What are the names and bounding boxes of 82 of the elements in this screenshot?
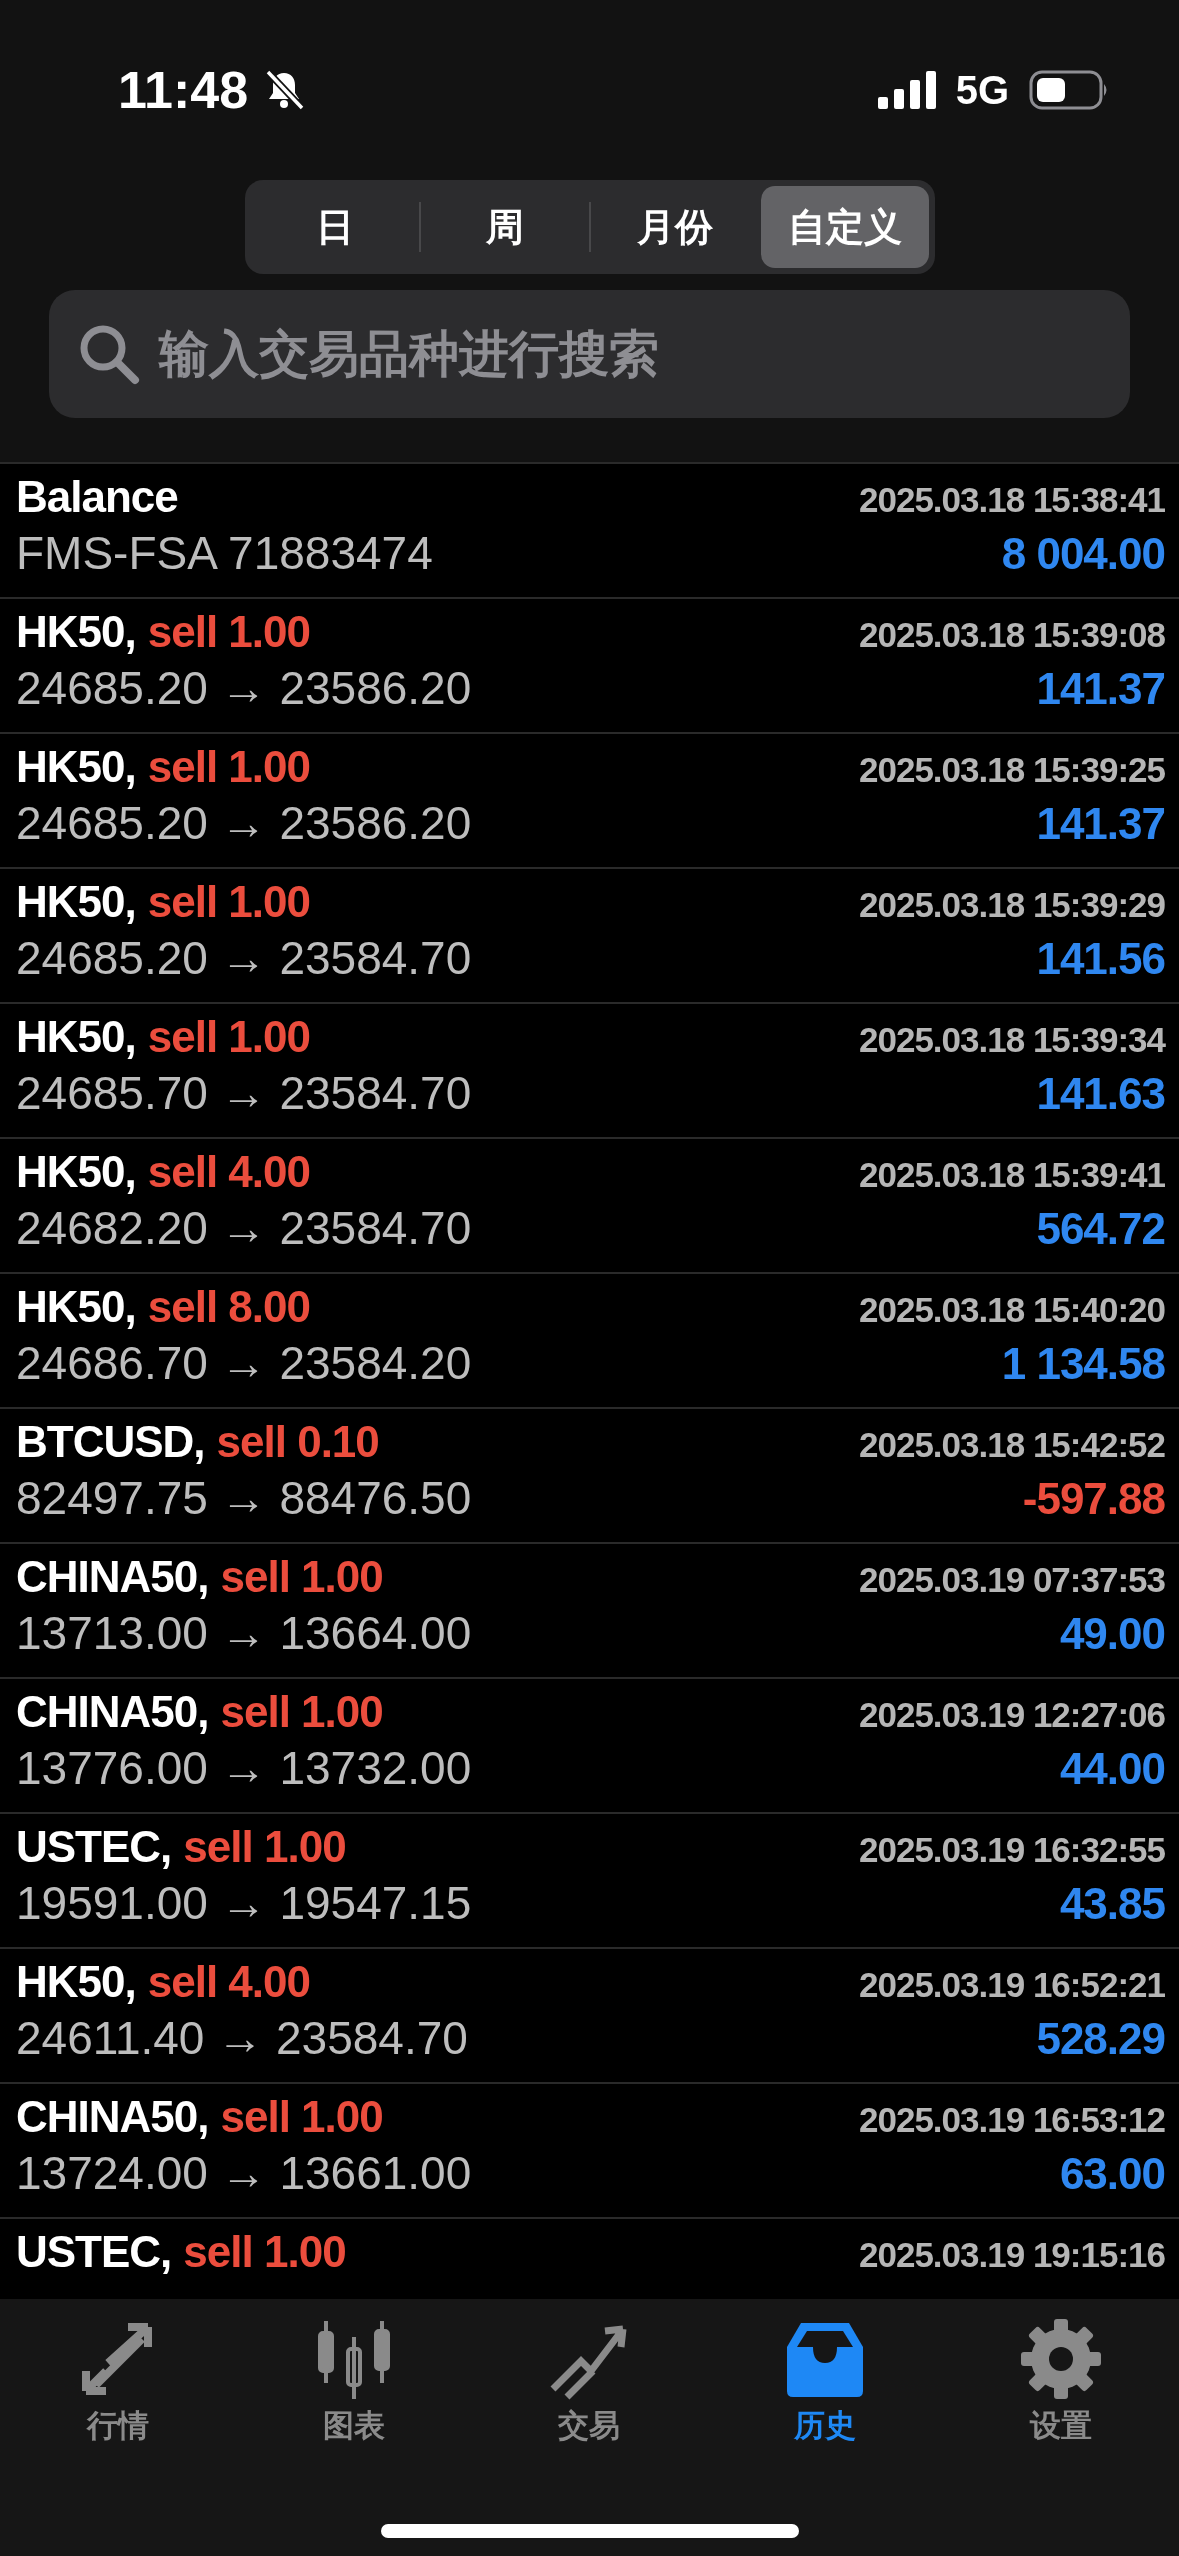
battery-icon (1029, 70, 1109, 110)
symbol-label: CHINA50, (16, 1687, 209, 1737)
order-label: sell 1.00 (220, 1552, 383, 1602)
clock: 11:48 (118, 60, 249, 120)
amount: 141.56 (1036, 934, 1165, 984)
symbol-label: USTEC, (16, 1822, 172, 1872)
timestamp: 2025.03.19 16:53:12 (859, 2100, 1165, 2140)
search-field[interactable]: 输入交易品种进行搜索 (49, 290, 1130, 418)
timestamp: 2025.03.18 15:42:52 (859, 1425, 1165, 1465)
period-tab[interactable]: 月份 (590, 186, 759, 268)
period-tab[interactable]: 周 (420, 186, 589, 268)
price-range: 24685.20 → 23586.20 (16, 796, 472, 850)
order-label: sell 1.00 (183, 2227, 346, 2277)
symbol-label: BTCUSD, (16, 1417, 205, 1467)
order-label: sell 4.00 (147, 1147, 310, 1197)
order-label: sell 1.00 (220, 1687, 383, 1737)
timestamp: 2025.03.18 15:39:34 (859, 1020, 1165, 1060)
amount: 8 004.00 (1001, 529, 1165, 579)
tab-bar-item[interactable]: 交易 (471, 2309, 708, 2455)
amount: 44.00 (1059, 1744, 1165, 1794)
order-label: sell 1.00 (147, 877, 310, 927)
symbol-label: HK50, (16, 877, 136, 927)
symbol-label: HK50, (16, 1012, 136, 1062)
symbol-label: HK50, (16, 1282, 136, 1332)
symbol-label: HK50, (16, 1957, 136, 2007)
amount: 141.37 (1036, 664, 1165, 714)
symbol-label: USTEC, (16, 2227, 172, 2277)
period-tab[interactable]: 自定义 (760, 186, 929, 268)
amount: -597.88 (1022, 1474, 1165, 1524)
timestamp: 2025.03.18 15:39:41 (859, 1155, 1165, 1195)
price-range: 82497.75 → 88476.50 (16, 1471, 472, 1525)
timestamp: 2025.03.19 12:27:06 (859, 1695, 1165, 1735)
order-label: sell 4.00 (147, 1957, 310, 2007)
price-range: 24686.70 → 23584.20 (16, 1336, 472, 1390)
order-label: sell 8.00 (147, 1282, 310, 1332)
amount: 43.85 (1059, 1879, 1165, 1929)
timestamp: 2025.03.18 15:39:25 (859, 750, 1165, 790)
timestamp: 2025.03.19 19:15:16 (859, 2235, 1165, 2275)
network-label: 5G (955, 67, 1009, 113)
price-range: 13724.00 → 13661.00 (16, 2146, 472, 2200)
order-label: sell 1.00 (220, 2092, 383, 2142)
price-range: 24685.20 → 23586.20 (16, 661, 472, 715)
order-label: sell 1.00 (147, 607, 310, 657)
tab-bar-item[interactable]: 行情 (0, 2309, 236, 2455)
timestamp: 2025.03.18 15:39:08 (859, 615, 1165, 655)
tab-bar-item[interactable]: 设置 (943, 2309, 1179, 2455)
signal-icon (877, 71, 936, 109)
symbol-label: CHINA50, (16, 2092, 209, 2142)
amount: 141.37 (1036, 799, 1165, 849)
timestamp: 2025.03.18 15:39:29 (859, 885, 1165, 925)
price-range: 19591.00 → 19547.15 (16, 1876, 472, 1930)
symbol-label: HK50, (16, 742, 136, 792)
symbol-label: CHINA50, (16, 1552, 209, 1602)
order-label: sell 1.00 (147, 742, 310, 792)
amount: 1 134.58 (1001, 1339, 1165, 1389)
price-range: 24685.20 → 23584.70 (16, 931, 472, 985)
order-label: sell 1.00 (147, 1012, 310, 1062)
row-title: Balance (16, 472, 178, 522)
symbol-label: HK50, (16, 1147, 136, 1197)
timestamp: 2025.03.18 15:38:41 (859, 480, 1165, 520)
order-label: sell 0.10 (216, 1417, 379, 1467)
price-range: 13776.00 → 13732.00 (16, 1741, 472, 1795)
price-range: 24611.40 → 23584.70 (16, 2011, 468, 2065)
amount: 141.63 (1036, 1069, 1165, 1119)
price-range: 13713.00 → 13664.00 (16, 1606, 472, 1660)
tab-bar-item[interactable]: 历史 (707, 2309, 944, 2455)
timestamp: 2025.03.19 16:52:21 (859, 1965, 1165, 2005)
timestamp: 2025.03.19 16:32:55 (859, 1830, 1165, 1870)
timestamp: 2025.03.19 07:37:53 (859, 1560, 1165, 1600)
amount: 63.00 (1059, 2149, 1165, 2199)
account-label: FMS-FSA 71883474 (16, 526, 433, 580)
price-range: 24682.20 → 23584.70 (16, 1201, 472, 1255)
price-range: 24685.70 → 23584.70 (16, 1066, 472, 1120)
timestamp: 2025.03.18 15:40:20 (859, 1290, 1165, 1330)
amount: 528.29 (1036, 2014, 1165, 2064)
amount: 564.72 (1036, 1204, 1165, 1254)
order-label: sell 1.00 (183, 1822, 346, 1872)
amount: 49.00 (1059, 1609, 1165, 1659)
period-tab[interactable]: 日 (250, 186, 419, 268)
settings-icon (1019, 2317, 1104, 2401)
tab-bar-item[interactable]: 图表 (235, 2309, 472, 2455)
symbol-label: HK50, (16, 607, 136, 657)
